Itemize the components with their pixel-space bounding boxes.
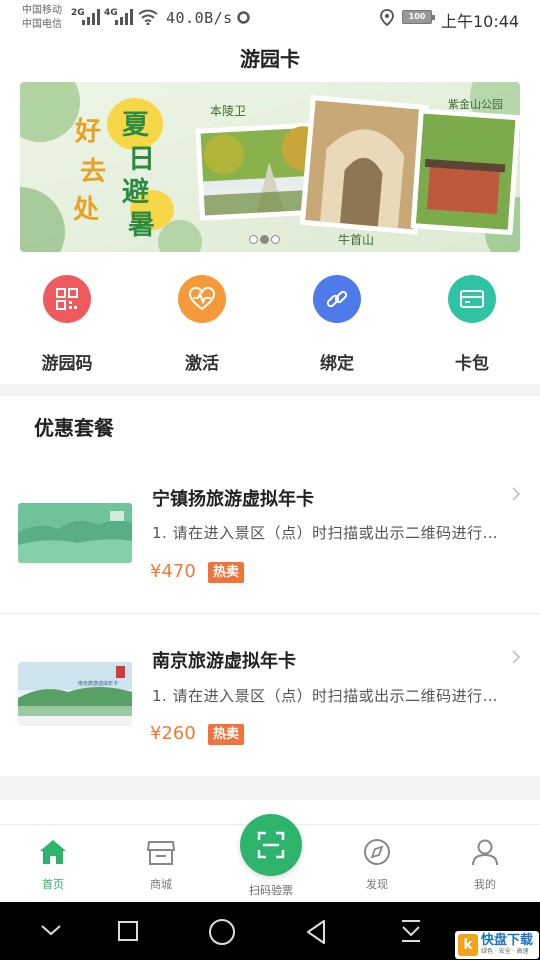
chevron-right-icon xyxy=(512,650,521,664)
link-icon xyxy=(326,290,348,308)
chevron-down-icon[interactable] xyxy=(40,922,62,938)
pagination-dot[interactable] xyxy=(271,235,280,244)
quick-action-label: 游园码 xyxy=(41,354,93,374)
tab-label: 首页 xyxy=(42,878,64,891)
page-title: 游园卡 xyxy=(240,47,300,71)
watermark-text: 快盘下载 绿色 · 安全 · 高速 xyxy=(481,934,533,956)
watermark-logo: k 快盘下载 绿色 · 安全 · 高速 xyxy=(455,931,539,959)
store-icon xyxy=(146,841,176,865)
slogan-char: 去 xyxy=(80,157,106,187)
back-nav-button[interactable] xyxy=(304,919,328,945)
card-print-text: 南京旅游虚拟年卡 xyxy=(78,680,118,687)
watermark-sub: 绿色 · 安全 · 高速 xyxy=(481,948,529,955)
tab-discover[interactable]: 发现 xyxy=(332,838,422,892)
qa-icon-wrap xyxy=(313,275,361,323)
slogan-char: 暑 xyxy=(128,210,155,241)
recent-apps-button[interactable] xyxy=(117,920,139,942)
product-card-image xyxy=(18,503,132,563)
slogan-char: 处 xyxy=(72,195,99,225)
record-icon xyxy=(237,11,250,24)
carrier-labels: 中国移动 中国电信 xyxy=(22,4,62,32)
banner-tag: 本陵卫 xyxy=(210,104,246,118)
notification-pull-down-icon[interactable] xyxy=(399,918,423,944)
carrier-2: 中国电信 xyxy=(22,19,62,30)
hot-badge: 热卖 xyxy=(208,724,245,745)
banner-artwork: 好 去 处 夏 日 避 暑 本陵卫 紫金山公园 牛首山 xyxy=(20,82,520,252)
offers-title: 优惠套餐 xyxy=(34,416,114,440)
product-price: ¥260 xyxy=(150,723,196,744)
carrier-1: 中国移动 xyxy=(22,5,62,16)
home-nav-button[interactable] xyxy=(208,918,236,946)
pagination-dot-active[interactable] xyxy=(260,235,269,244)
quick-action-bind[interactable]: 绑定 xyxy=(287,275,387,374)
promo-banner[interactable]: 好 去 处 夏 日 避 暑 本陵卫 紫金山公园 牛首山 xyxy=(20,82,520,252)
tab-mine[interactable]: 我的 xyxy=(440,838,530,892)
status-time: 上午10:44 xyxy=(441,12,520,31)
scan-icon xyxy=(257,831,285,859)
quick-action-label: 绑定 xyxy=(320,354,354,374)
card-wallet-icon xyxy=(460,290,484,308)
quick-action-label: 卡包 xyxy=(455,354,489,374)
product-thumbnail xyxy=(18,503,132,563)
status-bar: 中国移动 中国电信 2G 4G 40.0B/s 100 上午10:44 xyxy=(0,0,540,38)
product-card-image: 南京旅游虚拟年卡 xyxy=(18,662,132,726)
watermark-main: 快盘下载 xyxy=(481,933,534,948)
home-icon xyxy=(40,840,66,864)
watermark-logo-icon: k xyxy=(458,934,478,956)
quick-action-card-wallet[interactable]: 卡包 xyxy=(422,275,522,374)
signal-icon-1 xyxy=(82,9,100,25)
tab-label: 商城 xyxy=(150,878,172,891)
slogan-char: 避 xyxy=(122,176,149,208)
quick-action-label: 激活 xyxy=(185,354,219,374)
app-header: 游园卡 xyxy=(0,38,540,78)
user-icon xyxy=(472,839,498,866)
product-name: 宁镇扬旅游虚拟年卡 xyxy=(152,489,314,510)
location-icon xyxy=(380,9,394,26)
banner-tag: 牛首山 xyxy=(338,232,374,247)
slogan-char: 好 xyxy=(74,117,101,147)
scan-ticket-button[interactable] xyxy=(240,814,302,876)
pagination-dot[interactable] xyxy=(249,235,258,244)
product-thumbnail: 南京旅游虚拟年卡 xyxy=(18,662,132,726)
signal-icon-2 xyxy=(115,9,133,25)
product-name: 南京旅游虚拟年卡 xyxy=(152,651,296,672)
compass-icon xyxy=(364,839,390,865)
hot-badge: 热卖 xyxy=(208,562,245,583)
heart-pulse-icon xyxy=(189,287,215,311)
tab-mall[interactable]: 商城 xyxy=(116,838,206,892)
qa-icon-wrap xyxy=(43,275,91,323)
wifi-icon xyxy=(138,9,158,25)
quick-action-park-code[interactable]: 游园码 xyxy=(17,275,117,374)
net-speed: 40.0B/s xyxy=(166,9,233,27)
tab-label: 发现 xyxy=(366,878,388,891)
tab-label: 我的 xyxy=(474,878,496,891)
qa-icon-wrap xyxy=(178,275,226,323)
quick-action-activate[interactable]: 激活 xyxy=(152,275,252,374)
tab-label-scan: 扫码验票 xyxy=(249,884,293,897)
product-desc: 1. 请在进入景区（点）时扫描或出示二维码进行… xyxy=(152,687,499,705)
chevron-right-icon xyxy=(512,487,521,501)
battery-indicator: 100 xyxy=(402,10,435,24)
product-price: ¥470 xyxy=(150,561,196,582)
qa-icon-wrap xyxy=(448,275,496,323)
app-root: 中国移动 中国电信 2G 4G 40.0B/s 100 上午10:44 游园卡 xyxy=(0,0,540,960)
slogan-char: 夏 xyxy=(122,110,150,141)
slogan-char: 日 xyxy=(128,144,155,175)
tab-home[interactable]: 首页 xyxy=(8,838,98,892)
product-desc: 1. 请在进入景区（点）时扫描或出示二维码进行… xyxy=(152,524,499,542)
banner-pagination xyxy=(249,229,282,248)
qr-code-icon xyxy=(56,288,78,310)
banner-tag: 紫金山公园 xyxy=(448,97,503,111)
